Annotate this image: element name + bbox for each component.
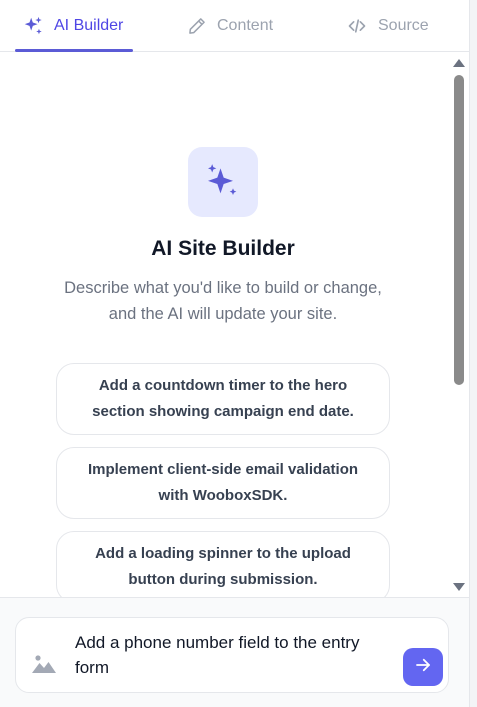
arrow-right-icon (414, 656, 432, 679)
tab-bar: AI Builder Content Source (0, 0, 469, 52)
page-title: AI Site Builder (151, 237, 295, 260)
suggestion-card[interactable]: Add a countdown timer to the hero sectio… (56, 363, 390, 435)
scroll-up-arrow-icon[interactable] (453, 59, 465, 67)
tab-label: Content (217, 17, 274, 34)
sparkles-icon (22, 15, 44, 37)
suggestion-card[interactable]: Add a loading spinner to the upload butt… (56, 531, 390, 597)
tab-content[interactable]: Content (187, 0, 273, 52)
panel-edge (469, 0, 477, 707)
scroll-down-arrow-icon[interactable] (453, 583, 465, 591)
composer-area: Add a phone number field to the entry fo… (0, 597, 469, 707)
tab-label: Source (378, 17, 429, 34)
hero-sparkles-badge (188, 147, 258, 217)
code-icon (346, 16, 368, 36)
scrollbar[interactable] (449, 53, 469, 597)
image-icon[interactable] (32, 654, 56, 679)
suggestion-card[interactable]: Implement client-side email validation w… (56, 447, 390, 519)
scrollbar-thumb[interactable] (454, 75, 464, 385)
active-tab-indicator (15, 49, 133, 52)
tab-ai-builder[interactable]: AI Builder (22, 0, 123, 52)
suggestion-text: Add a loading spinner to the upload butt… (95, 545, 351, 588)
chat-scroll-area[interactable]: AI Site Builder Describe what you'd like… (0, 53, 469, 597)
tab-source[interactable]: Source (346, 0, 429, 52)
suggestion-text: Implement client-side email validation w… (87, 461, 359, 504)
send-button[interactable] (403, 648, 443, 686)
sparkles-icon (203, 160, 243, 205)
prompt-input[interactable]: Add a phone number field to the entry fo… (75, 630, 395, 680)
tab-label: AI Builder (54, 17, 124, 34)
page-subtitle: Describe what you'd like to build or cha… (64, 279, 382, 323)
suggestion-text: Add a countdown timer to the hero sectio… (92, 377, 354, 420)
prompt-input-box[interactable]: Add a phone number field to the entry fo… (15, 617, 449, 693)
pencil-icon (187, 16, 207, 36)
